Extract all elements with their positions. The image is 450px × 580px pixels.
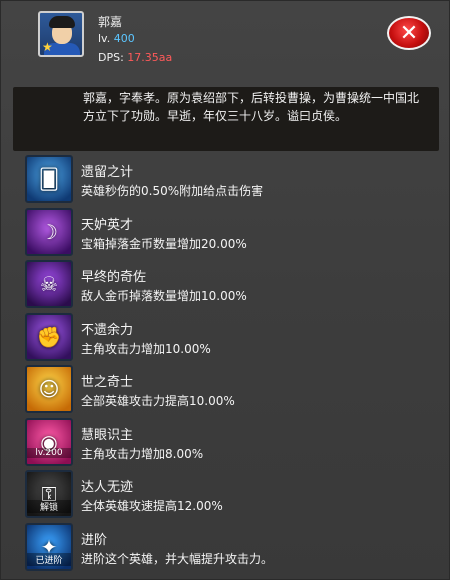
dps-label: DPS:: [98, 51, 124, 64]
skill-badge: 已进阶: [27, 552, 71, 566]
skill-name: 遗留之计: [81, 165, 134, 180]
skill-name: 世之奇士: [81, 375, 134, 390]
skill-name: 进阶: [81, 532, 108, 548]
skill-row[interactable]: ◉ lv.200 慧眼识主主角攻击力增加8.00%: [1, 416, 450, 470]
hero-description: 郭嘉，字奉孝。原为袁绍部下，后转投曹操，为曹操统一中国北方立下了功勋。早逝，年仅…: [83, 91, 420, 123]
skill-row[interactable]: 🂠 遗留之计英雄秒伤的0.50%附加给点击伤害: [1, 153, 450, 207]
skill-name: 达人无迹: [81, 480, 134, 495]
level-prefix: lv.: [98, 32, 111, 45]
close-button[interactable]: ✕: [387, 16, 431, 50]
hero-level: lv. 400: [98, 32, 135, 45]
dps-value: 17.35aa: [127, 51, 173, 64]
eye-icon: ◉ lv.200: [25, 417, 73, 466]
hero-name: 郭嘉: [98, 15, 123, 29]
hero-header: ★ 郭嘉 lv. 400 DPS: 17.35aa ✕: [1, 1, 450, 83]
skill-effect: 主角攻击力增加10.00%: [81, 341, 211, 356]
level-value: 400: [113, 32, 135, 45]
hero-portrait-icon: ★: [38, 11, 84, 57]
skill-row[interactable]: ✦ 已进阶 进阶进阶这个英雄，并大幅提升攻击力。: [1, 521, 450, 575]
demon-icon: ☠: [25, 260, 73, 308]
evolve-icon: ✦ 已进阶: [25, 522, 73, 571]
skill-row[interactable]: ⚿ 解锁 达人无迹全体英雄攻速提高12.00%: [1, 468, 450, 522]
skill-effect: 全部英雄攻击力提高10.00%: [81, 394, 235, 408]
skill-row[interactable]: ☽ 天妒英才宝箱掉落金币数量增加20.00%: [1, 206, 450, 260]
fist-icon: ✊: [25, 312, 73, 361]
people-icon: ☺: [25, 365, 73, 413]
skill-row[interactable]: ☠ 早终的奇佐敌人金币掉落数量增加10.00%: [1, 258, 450, 312]
lock-icon: ⚿ 解锁: [25, 470, 73, 518]
scythe-icon: ☽: [25, 207, 73, 256]
close-icon: ✕: [399, 20, 419, 46]
skill-effect: 英雄秒伤的0.50%附加给点击伤害: [81, 184, 264, 198]
card-hand-icon: 🂠: [25, 155, 73, 203]
skill-row[interactable]: ✊ 不遗余力主角攻击力增加10.00%: [1, 311, 450, 365]
skill-effect: 敌人金币掉落数量增加10.00%: [81, 289, 247, 303]
hero-detail-panel: ★ 郭嘉 lv. 400 DPS: 17.35aa ✕ 郭嘉，字奉孝。原为袁绍部…: [0, 0, 450, 580]
skill-name: 早终的奇佐: [81, 270, 147, 285]
skill-row[interactable]: ☺ 世之奇士全部英雄攻击力提高10.00%: [1, 363, 450, 417]
skill-name: 天妒英才: [81, 217, 134, 233]
skill-effect: 主角攻击力增加8.00%: [81, 446, 204, 461]
skill-badge: lv.200: [27, 447, 71, 458]
skill-effect: 进阶这个英雄，并大幅提升攻击力。: [81, 551, 274, 566]
skill-name: 慧眼识主: [81, 427, 134, 443]
skill-effect: 宝箱掉落金币数量增加20.00%: [81, 236, 247, 251]
skill-badge: 解锁: [27, 500, 71, 513]
skill-name: 不遗余力: [81, 322, 134, 338]
hero-dps: DPS: 17.35aa: [98, 51, 172, 64]
skill-effect: 全体英雄攻速提高12.00%: [81, 499, 223, 513]
